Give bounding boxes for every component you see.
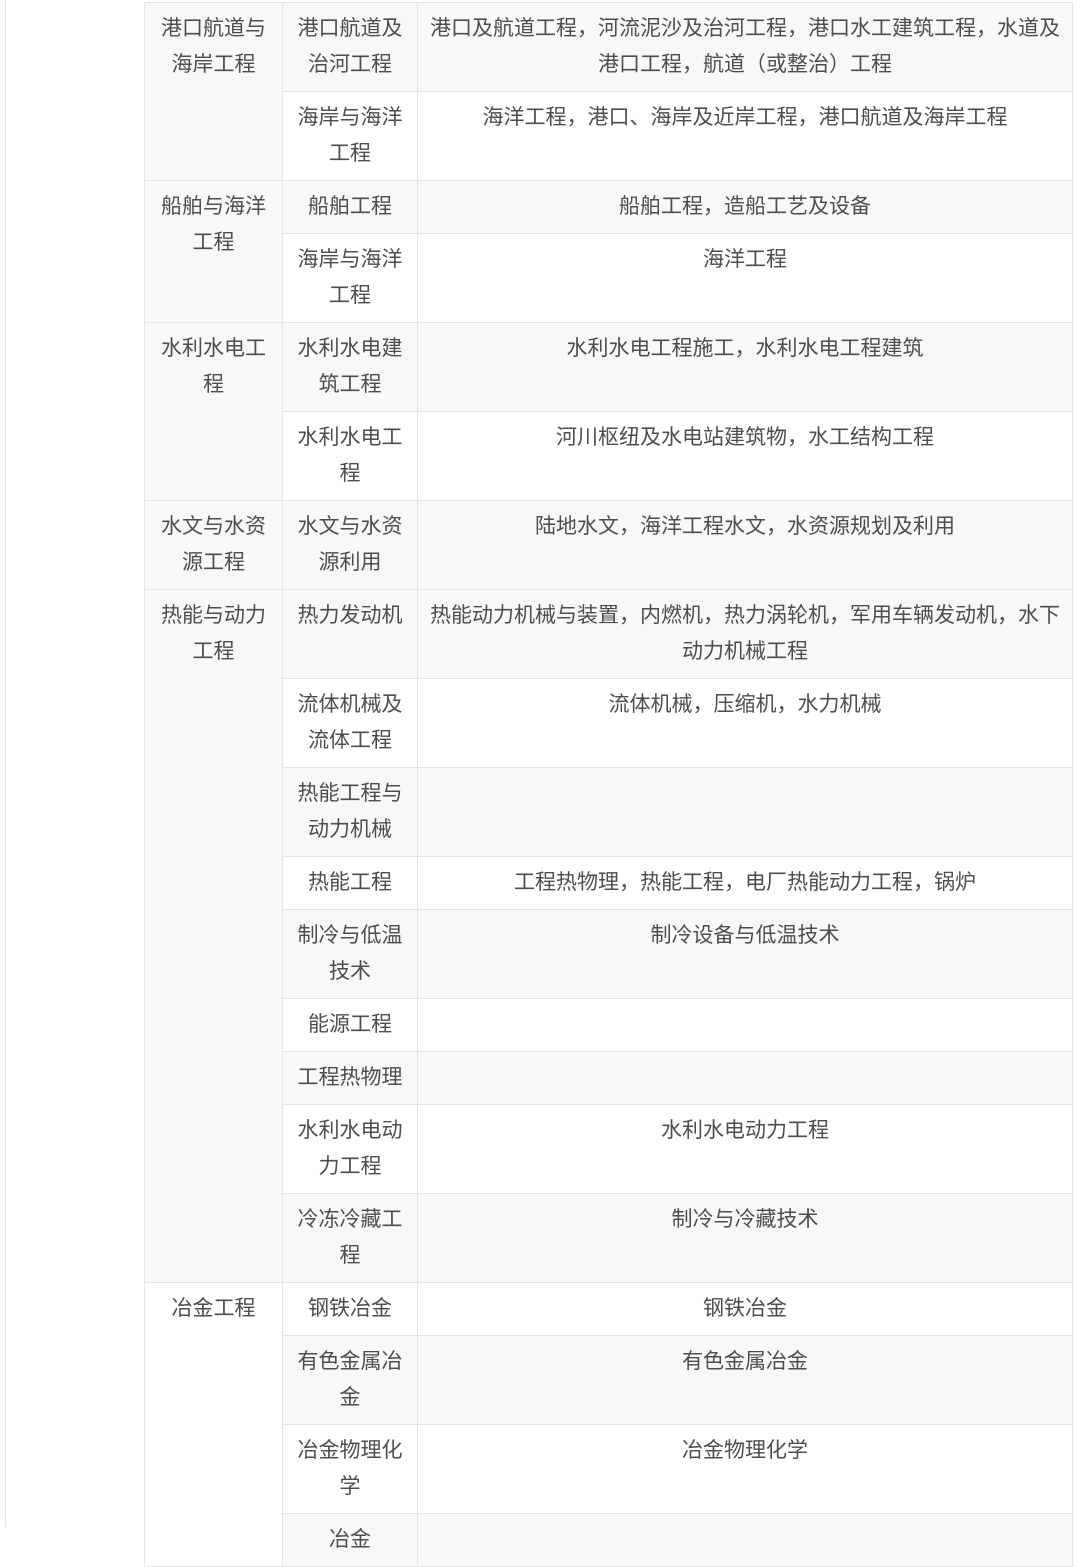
majors-cell: 水利水电工程施工，水利水电工程建筑 — [418, 323, 1073, 412]
table-row: 海岸与海洋工程海洋工程 — [145, 234, 1073, 323]
majors-cell — [418, 1514, 1073, 1567]
discipline-cell: 能源工程 — [283, 999, 418, 1052]
majors-cell: 热能动力机械与装置，内燃机，热力涡轮机，军用车辆发动机，水下动力机械工程 — [418, 590, 1073, 679]
majors-cell: 流体机械，压缩机，水力机械 — [418, 679, 1073, 768]
table-row: 热能工程与动力机械 — [145, 768, 1073, 857]
category-cell: 冶金工程 — [145, 1283, 283, 1567]
majors-cell: 制冷与冷藏技术 — [418, 1194, 1073, 1283]
majors-cell: 制冷设备与低温技术 — [418, 910, 1073, 999]
table-row: 热能工程工程热物理，热能工程，电厂热能动力工程，锅炉 — [145, 857, 1073, 910]
table-row: 制冷与低温技术制冷设备与低温技术 — [145, 910, 1073, 999]
discipline-cell: 工程热物理 — [283, 1052, 418, 1105]
table-row: 船舶与海洋工程船舶工程船舶工程，造船工艺及设备 — [145, 181, 1073, 234]
majors-cell: 海洋工程 — [418, 234, 1073, 323]
discipline-cell: 水利水电动力工程 — [283, 1105, 418, 1194]
majors-cell: 工程热物理，热能工程，电厂热能动力工程，锅炉 — [418, 857, 1073, 910]
majors-cell — [418, 1052, 1073, 1105]
majors-cell: 钢铁冶金 — [418, 1283, 1073, 1336]
table-row: 流体机械及流体工程流体机械，压缩机，水力机械 — [145, 679, 1073, 768]
table-row: 水利水电工程水利水电建筑工程水利水电工程施工，水利水电工程建筑 — [145, 323, 1073, 412]
discipline-cell: 制冷与低温技术 — [283, 910, 418, 999]
majors-cell: 港口及航道工程，河流泥沙及治河工程，港口水工建筑工程，水道及港口工程，航道（或整… — [418, 3, 1073, 92]
discipline-cell: 海岸与海洋工程 — [283, 234, 418, 323]
category-cell: 港口航道与海岸工程 — [145, 3, 283, 181]
table-row: 冶金 — [145, 1514, 1073, 1567]
discipline-cell: 冷冻冷藏工程 — [283, 1194, 418, 1283]
discipline-cell: 冶金物理化学 — [283, 1425, 418, 1514]
table-row: 水文与水资源工程水文与水资源利用陆地水文，海洋工程水文，水资源规划及利用 — [145, 501, 1073, 590]
table-row: 港口航道与海岸工程港口航道及治河工程港口及航道工程，河流泥沙及治河工程，港口水工… — [145, 3, 1073, 92]
table-row: 水利水电工程河川枢纽及水电站建筑物，水工结构工程 — [145, 412, 1073, 501]
discipline-cell: 水利水电建筑工程 — [283, 323, 418, 412]
discipline-cell: 水文与水资源利用 — [283, 501, 418, 590]
table-row: 冶金工程钢铁冶金钢铁冶金 — [145, 1283, 1073, 1336]
majors-cell: 河川枢纽及水电站建筑物，水工结构工程 — [418, 412, 1073, 501]
majors-cell: 海洋工程，港口、海岸及近岸工程，港口航道及海岸工程 — [418, 92, 1073, 181]
discipline-cell: 热能工程与动力机械 — [283, 768, 418, 857]
table-row: 工程热物理 — [145, 1052, 1073, 1105]
table-row: 水利水电动力工程水利水电动力工程 — [145, 1105, 1073, 1194]
discipline-mapping-table: 港口航道与海岸工程港口航道及治河工程港口及航道工程，河流泥沙及治河工程，港口水工… — [144, 2, 1073, 1567]
discipline-cell: 水利水电工程 — [283, 412, 418, 501]
majors-cell — [418, 999, 1073, 1052]
category-cell: 船舶与海洋工程 — [145, 181, 283, 323]
discipline-cell: 流体机械及流体工程 — [283, 679, 418, 768]
majors-cell: 船舶工程，造船工艺及设备 — [418, 181, 1073, 234]
majors-cell: 陆地水文，海洋工程水文，水资源规划及利用 — [418, 501, 1073, 590]
discipline-cell: 海岸与海洋工程 — [283, 92, 418, 181]
discipline-cell: 有色金属冶金 — [283, 1336, 418, 1425]
table-row: 有色金属冶金有色金属冶金 — [145, 1336, 1073, 1425]
discipline-cell: 热能工程 — [283, 857, 418, 910]
majors-cell: 水利水电动力工程 — [418, 1105, 1073, 1194]
table-row: 热能与动力工程热力发动机热能动力机械与装置，内燃机，热力涡轮机，军用车辆发动机，… — [145, 590, 1073, 679]
table-body: 港口航道与海岸工程港口航道及治河工程港口及航道工程，河流泥沙及治河工程，港口水工… — [145, 3, 1073, 1567]
category-cell: 热能与动力工程 — [145, 590, 283, 1283]
discipline-cell: 热力发动机 — [283, 590, 418, 679]
discipline-cell: 钢铁冶金 — [283, 1283, 418, 1336]
majors-cell — [418, 768, 1073, 857]
page-left-border — [5, 0, 6, 1527]
discipline-cell: 冶金 — [283, 1514, 418, 1567]
majors-cell: 冶金物理化学 — [418, 1425, 1073, 1514]
discipline-cell: 港口航道及治河工程 — [283, 3, 418, 92]
table-row: 冶金物理化学冶金物理化学 — [145, 1425, 1073, 1514]
category-cell: 水利水电工程 — [145, 323, 283, 501]
table-row: 能源工程 — [145, 999, 1073, 1052]
category-cell: 水文与水资源工程 — [145, 501, 283, 590]
table-row: 冷冻冷藏工程制冷与冷藏技术 — [145, 1194, 1073, 1283]
table-row: 海岸与海洋工程海洋工程，港口、海岸及近岸工程，港口航道及海岸工程 — [145, 92, 1073, 181]
majors-cell: 有色金属冶金 — [418, 1336, 1073, 1425]
discipline-cell: 船舶工程 — [283, 181, 418, 234]
